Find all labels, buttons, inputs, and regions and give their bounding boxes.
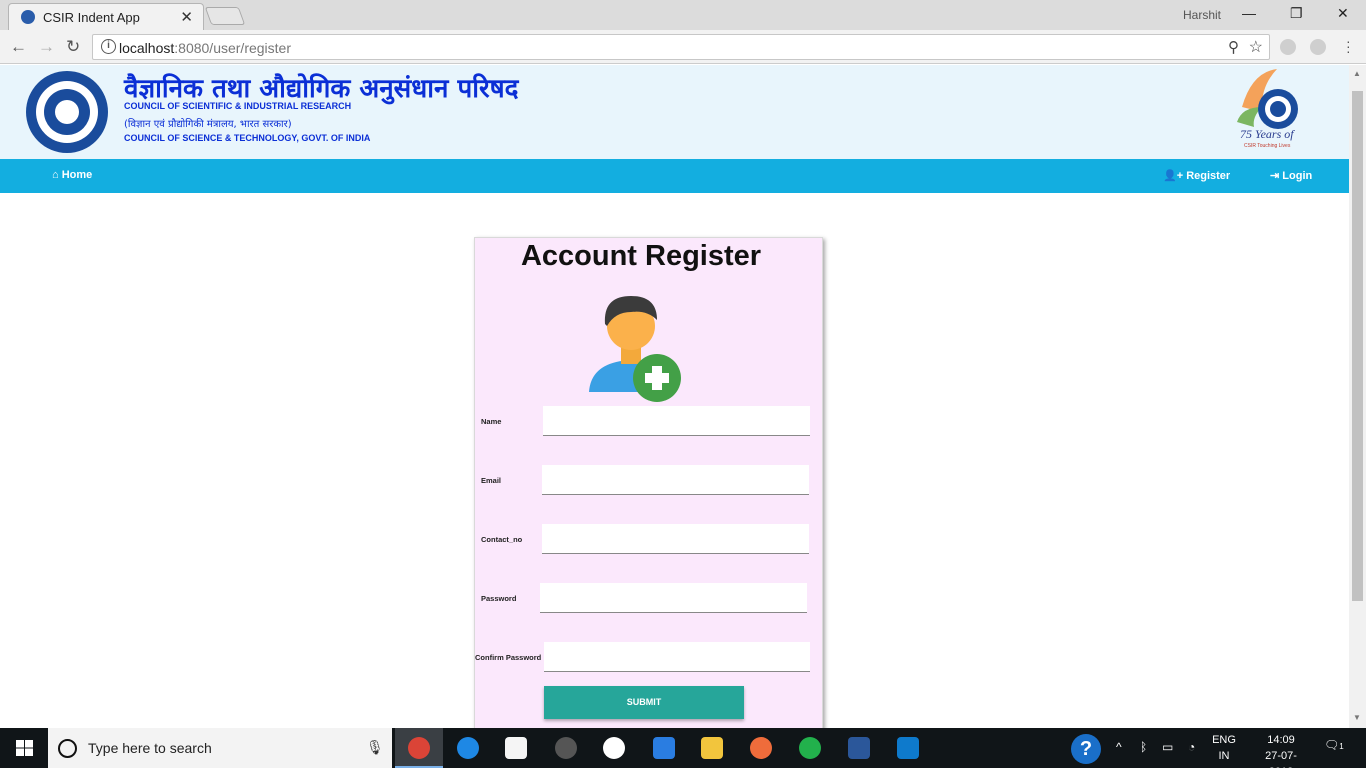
clock-date: 27-07-2018	[1265, 750, 1297, 778]
wifi-icon[interactable]: ◔	[1188, 740, 1195, 754]
postman-taskbar-icon[interactable]	[737, 728, 785, 768]
webcam-taskbar-icon[interactable]	[542, 728, 590, 768]
name-label: Name	[481, 417, 502, 426]
csir-favicon-icon	[21, 10, 35, 24]
notification-count: 1	[1339, 742, 1344, 751]
url-text[interactable]: localhost:8080/user/register	[119, 40, 291, 56]
windows-taskbar: Type here to search 🎙 ? ^ ᛒ ▭ ◔ ENG IN 14…	[0, 728, 1366, 778]
windows-start-icon[interactable]	[16, 740, 33, 756]
anniversary-text: 75 Years of	[1240, 127, 1294, 141]
browser-tab-strip: CSIR Indent App ✕ Harshit — ❐ ✕	[0, 0, 1366, 30]
cortana-icon	[58, 739, 77, 758]
sync-taskbar-icon[interactable]	[786, 728, 834, 768]
tab-title: CSIR Indent App	[43, 10, 140, 25]
lang-top: ENG	[1212, 734, 1236, 746]
scroll-up-icon[interactable]: ▲	[1353, 69, 1361, 78]
forward-arrow-icon[interactable]: →	[38, 37, 55, 57]
nav-home[interactable]: ⌂ Home	[52, 169, 92, 181]
extension-icon[interactable]	[1280, 39, 1296, 55]
chrome-taskbar-icon[interactable]	[395, 728, 443, 768]
back-arrow-icon[interactable]: ←	[10, 37, 27, 57]
address-bar[interactable]: i localhost:8080/user/register ⚲ ☆	[92, 34, 1270, 60]
minimize-icon[interactable]: —	[1242, 5, 1256, 21]
password-label: Password	[481, 594, 517, 603]
contact-label: Contact_no	[481, 535, 523, 544]
battery-icon[interactable]: ▭	[1162, 740, 1173, 754]
hindi-ministry: (विज्ञान एवं प्रौद्योगिकी मंत्रालय, भारत…	[124, 119, 292, 130]
csir-logo	[26, 71, 108, 153]
taskbar-search[interactable]: Type here to search 🎙	[48, 728, 392, 768]
site-header: वैज्ञानिक तथा औद्योगिक अनुसंधान परिषद CO…	[0, 65, 1349, 159]
confirm-password-input[interactable]	[544, 642, 810, 672]
zoom-icon[interactable]: ⚲	[1228, 38, 1239, 56]
page-scrollbar[interactable]: ▲ ▼	[1349, 65, 1366, 728]
restore-icon[interactable]: ❐	[1290, 5, 1303, 22]
show-hidden-icons-icon[interactable]: ^	[1116, 740, 1122, 754]
email-label: Email	[481, 476, 502, 485]
anniversary-tagline: CSIR Touching Lives	[1244, 143, 1291, 149]
confirm-password-label: Confirm Password	[475, 653, 542, 662]
nav-register[interactable]: 👤+ Register	[1163, 169, 1230, 182]
add-user-icon: 👤+	[1163, 170, 1187, 182]
profile-name[interactable]: Harshit	[1183, 8, 1221, 22]
defender-taskbar-icon[interactable]	[640, 728, 688, 768]
word-taskbar-icon[interactable]	[835, 728, 883, 768]
bluetooth-icon[interactable]: ᛒ	[1140, 740, 1147, 754]
password-input[interactable]	[540, 583, 807, 613]
system-clock[interactable]: 14:09 27-07-2018	[1256, 732, 1306, 780]
edge-taskbar-icon[interactable]	[444, 728, 492, 768]
input-language[interactable]: ENG IN	[1210, 732, 1238, 764]
help-icon[interactable]: ?	[1071, 734, 1101, 764]
login-icon: ⇥	[1270, 170, 1283, 182]
search-placeholder: Type here to search	[88, 740, 212, 756]
tab-close-icon[interactable]: ✕	[180, 8, 193, 26]
scroll-down-icon[interactable]: ▼	[1353, 713, 1361, 722]
browser-toolbar: ← → ↻ i localhost:8080/user/register ⚲ ☆…	[0, 30, 1366, 64]
clock-time: 14:09	[1267, 734, 1295, 746]
bookmark-star-icon[interactable]: ☆	[1249, 37, 1263, 57]
hp-taskbar-icon[interactable]	[590, 728, 638, 768]
home-icon: ⌂	[52, 169, 62, 181]
extension-settings-icon[interactable]	[1310, 39, 1326, 55]
nav-login-label: Login	[1282, 170, 1313, 182]
url-host: localhost	[119, 40, 175, 56]
add-user-avatar-icon	[589, 296, 681, 402]
english-council-name: COUNCIL OF SCIENCE & TECHNOLOGY, GOVT. O…	[124, 133, 371, 143]
page-title: Account Register	[520, 240, 762, 272]
browser-menu-icon[interactable]: · · ·	[1346, 34, 1351, 58]
site-info-icon[interactable]: i	[101, 39, 116, 54]
nav-home-label: Home	[61, 169, 93, 181]
notification-center-icon[interactable]: 🗨1	[1324, 738, 1344, 752]
nav-register-label: Register	[1186, 170, 1231, 182]
contact-input[interactable]	[542, 524, 809, 554]
name-input[interactable]	[543, 406, 810, 436]
main-navbar: ⌂ Home 👤+ Register ⇥ Login	[0, 159, 1349, 193]
nav-login[interactable]: ⇥ Login	[1270, 169, 1312, 182]
submit-button[interactable]: SUBMIT	[544, 686, 744, 719]
file-explorer-taskbar-icon[interactable]	[688, 728, 736, 768]
new-tab-button[interactable]	[204, 7, 246, 25]
scroll-thumb[interactable]	[1352, 91, 1363, 601]
url-path: :8080/user/register	[174, 40, 291, 56]
window-close-icon[interactable]: ✕	[1337, 5, 1349, 22]
page-viewport: वैज्ञानिक तथा औद्योगिक अनुसंधान परिषद CO…	[0, 65, 1349, 728]
english-org-name: COUNCIL OF SCIENTIFIC & INDUSTRIAL RESEA…	[124, 101, 352, 111]
store-taskbar-icon[interactable]	[492, 728, 540, 768]
browser-tab[interactable]: CSIR Indent App ✕	[8, 3, 204, 30]
hindi-org-title: वैज्ञानिक तथा औद्योगिक अनुसंधान परिषद	[124, 74, 519, 104]
register-card: Account Register Name Email Contact_no P…	[474, 237, 823, 728]
reload-icon[interactable]: ↻	[66, 37, 80, 57]
microphone-icon[interactable]: 🎙	[366, 739, 384, 756]
lang-bottom: IN	[1218, 750, 1230, 762]
vscode-taskbar-icon[interactable]	[884, 728, 932, 768]
email-input[interactable]	[542, 465, 809, 495]
